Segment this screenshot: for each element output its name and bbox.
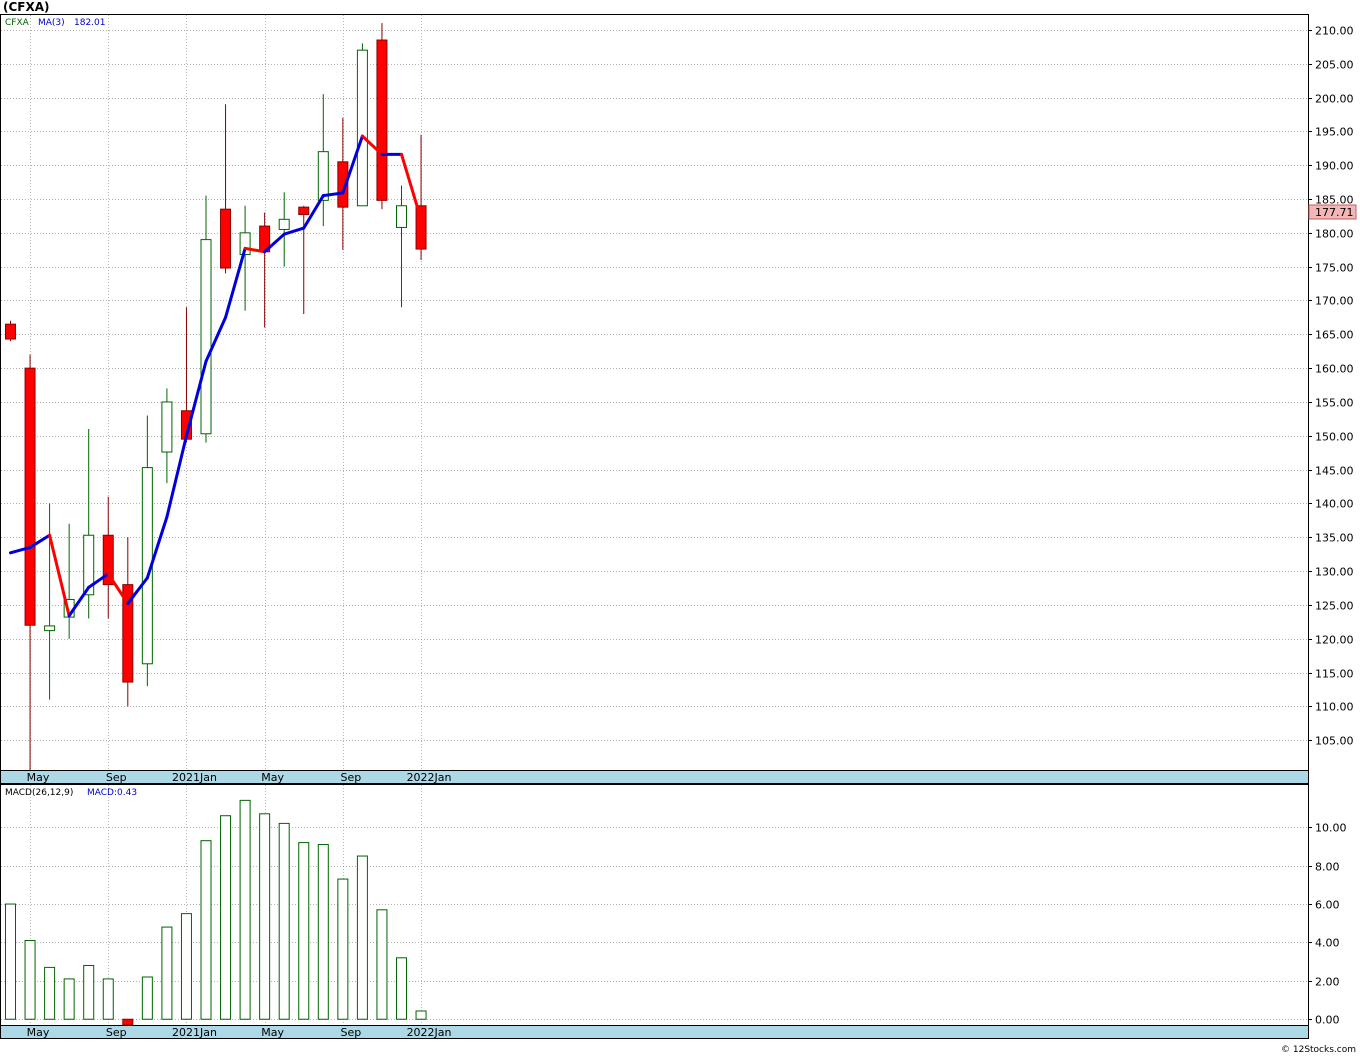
macd-y-axis: 0.00 2.00 4.00 6.00 8.00 10.00 xyxy=(1308,822,1347,1027)
macd-bar xyxy=(415,1010,427,1020)
price-y-tick-label: 170.00 xyxy=(1315,295,1354,308)
candle-body xyxy=(44,625,56,632)
price-y-tick-label: 210.00 xyxy=(1315,25,1354,38)
macd-bar xyxy=(63,978,75,1020)
price-x-tick-label: Sep xyxy=(106,771,127,784)
macd-y-tick-label: 4.00 xyxy=(1315,937,1340,950)
price-x-tick-label: May xyxy=(261,771,284,784)
price-x-tick-label: 2021Jan xyxy=(172,771,217,784)
candle-body xyxy=(5,323,16,340)
macd-bar xyxy=(220,815,232,1020)
macd-bar xyxy=(122,1018,134,1026)
macd-panel-frame xyxy=(0,784,1309,1026)
price-y-tick-label: 205.00 xyxy=(1315,59,1354,72)
candle-body xyxy=(220,208,232,269)
macd-bar xyxy=(83,964,95,1020)
macd-bar xyxy=(259,813,271,1020)
macd-y-tick-label: 6.00 xyxy=(1315,899,1340,912)
price-y-tick-label: 195.00 xyxy=(1315,126,1354,139)
macd-bar xyxy=(337,878,349,1020)
price-y-tick-label: 140.00 xyxy=(1315,498,1354,511)
macd-x-tick-label: 2022Jan xyxy=(407,1026,452,1039)
price-y-tick-label: 155.00 xyxy=(1315,397,1354,410)
legend-ma-label: MA(3) xyxy=(38,18,65,28)
price-y-tick-label: 105.00 xyxy=(1315,735,1354,748)
last-price-label: 177.71 xyxy=(1315,206,1354,219)
price-y-axis: 105.00 110.00 115.00 120.00 125.00 130.00 135.… xyxy=(1308,25,1354,748)
legend-ma-value: 182.01 xyxy=(74,18,106,28)
macd-bar xyxy=(141,976,153,1020)
macd-bar xyxy=(44,966,56,1020)
candle-body xyxy=(376,39,388,201)
price-y-tick-label: 110.00 xyxy=(1315,701,1354,714)
price-y-tick-label: 180.00 xyxy=(1315,228,1354,241)
macd-x-tick-label: Sep xyxy=(106,1026,127,1039)
macd-bar xyxy=(239,799,251,1020)
macd-bar xyxy=(5,903,16,1020)
price-y-tick-label: 150.00 xyxy=(1315,431,1354,444)
price-x-tick-label: May xyxy=(27,771,50,784)
macd-x-tick-label: 2021Jan xyxy=(172,1026,217,1039)
legend-symbol: CFXA xyxy=(5,18,30,28)
macd-y-tick-label: 8.00 xyxy=(1315,861,1340,874)
candle-body xyxy=(200,239,212,435)
price-y-tick-label: 160.00 xyxy=(1315,363,1354,376)
candle-body xyxy=(278,218,290,230)
macd-legend-label: MACD(26,12,9) xyxy=(5,788,73,798)
macd-bar xyxy=(376,909,388,1020)
candle-body xyxy=(161,401,173,453)
macd-bar xyxy=(102,978,114,1020)
macd-bar xyxy=(278,822,290,1020)
price-x-tick-label: 2022Jan xyxy=(407,771,452,784)
candle-body xyxy=(356,49,368,207)
price-y-tick-label: 145.00 xyxy=(1315,465,1354,478)
footer-credit: © 12Stocks.com xyxy=(1281,1045,1356,1055)
macd-y-tick-label: 10.00 xyxy=(1315,822,1347,835)
price-y-tick-label: 165.00 xyxy=(1315,329,1354,342)
macd-bar xyxy=(317,844,329,1020)
candle-body xyxy=(317,151,329,201)
macd-bar xyxy=(161,926,173,1020)
price-y-tick-label: 115.00 xyxy=(1315,668,1354,681)
macd-bar xyxy=(200,840,212,1020)
macd-x-tick-label: May xyxy=(261,1026,284,1039)
price-y-tick-label: 125.00 xyxy=(1315,600,1354,613)
price-y-tick-label: 200.00 xyxy=(1315,93,1354,106)
macd-legend-value: MACD:0.43 xyxy=(87,788,137,798)
price-y-tick-label: 175.00 xyxy=(1315,262,1354,275)
price-y-tick-label: 135.00 xyxy=(1315,532,1354,545)
macd-x-tick-label: May xyxy=(27,1026,50,1039)
candle-body xyxy=(298,206,310,216)
macd-y-tick-label: 2.00 xyxy=(1315,976,1340,989)
macd-bar xyxy=(298,842,310,1020)
macd-y-tick-label: 0.00 xyxy=(1315,1014,1340,1027)
macd-x-tick-label: Sep xyxy=(340,1026,361,1039)
stock-chart: 105.00 110.00 115.00 120.00 125.00 130.00 135.… xyxy=(0,14,1357,1055)
price-x-tick-label: Sep xyxy=(340,771,361,784)
candle-body xyxy=(396,205,407,228)
price-y-tick-label: 120.00 xyxy=(1315,634,1354,647)
macd-bar xyxy=(24,940,36,1020)
price-y-tick-label: 190.00 xyxy=(1315,160,1354,173)
price-y-tick-label: 130.00 xyxy=(1315,566,1354,579)
macd-bar xyxy=(356,855,368,1020)
macd-bar xyxy=(396,957,407,1020)
candle-body xyxy=(24,367,36,626)
macd-bar xyxy=(180,913,192,1020)
